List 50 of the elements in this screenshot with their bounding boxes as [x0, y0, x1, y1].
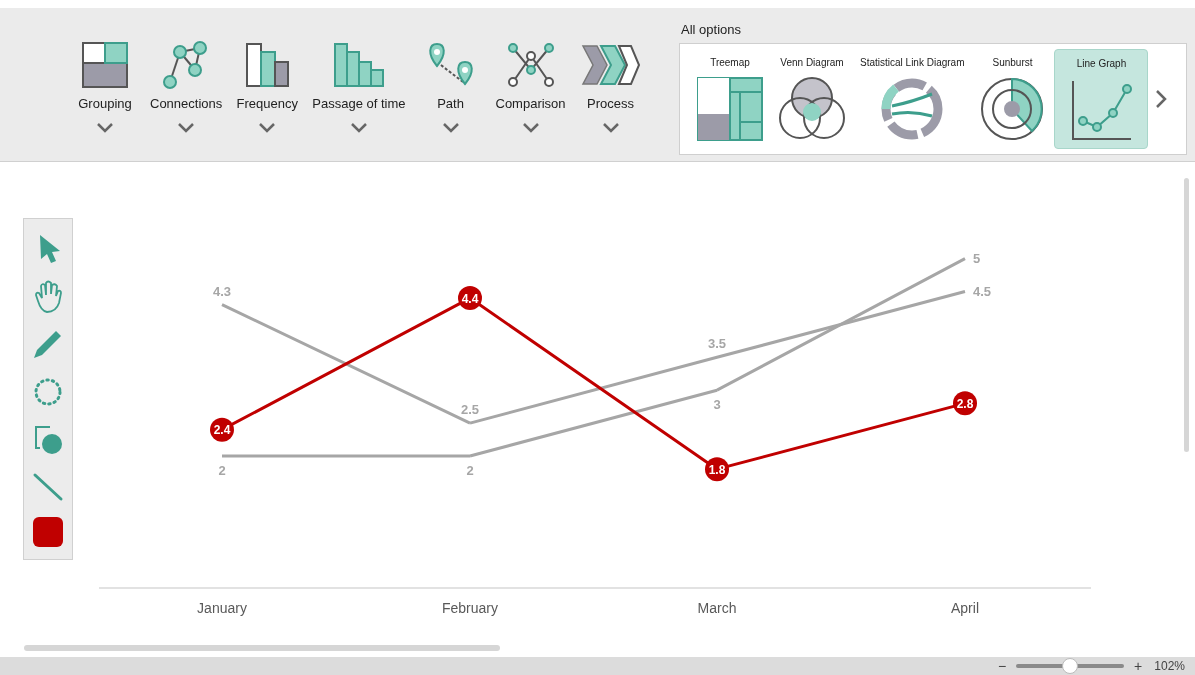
- gallery-item[interactable]: Line Graph: [1054, 48, 1149, 149]
- chevron-down-icon: [520, 121, 541, 134]
- axis-label: January: [197, 600, 247, 616]
- category-button[interactable]: Grouping: [66, 40, 144, 134]
- axis-label: April: [951, 600, 979, 616]
- zoom-out-button[interactable]: −: [997, 659, 1007, 673]
- category-button[interactable]: Comparison: [491, 40, 570, 134]
- category-button[interactable]: Frequency: [228, 40, 307, 134]
- data-label: 2: [466, 463, 474, 478]
- chevron-down-icon: [257, 121, 278, 134]
- chevron-right-icon[interactable]: [1154, 87, 1169, 110]
- gallery-item[interactable]: Statistical Link Diagram: [854, 48, 971, 149]
- data-label: 3.5: [707, 336, 727, 352]
- data-label: 5: [973, 251, 981, 267]
- data-point: 4.4: [458, 286, 482, 311]
- category-button[interactable]: Passage of time: [308, 40, 410, 134]
- category-button[interactable]: Path: [411, 40, 490, 134]
- data-point: 2.4: [210, 417, 234, 442]
- data-label: 3: [713, 397, 721, 413]
- axis-label: February: [442, 600, 498, 616]
- treemap-icon: [696, 75, 764, 142]
- data-point: 1.8: [705, 457, 729, 482]
- data-label: 4.5: [973, 284, 992, 299]
- zoom-in-button[interactable]: +: [1134, 659, 1143, 673]
- chevron-down-icon: [440, 121, 461, 134]
- data-point: 2.8: [953, 391, 977, 416]
- gallery-item[interactable]: Venn Diagram: [772, 48, 852, 149]
- data-label: 2: [218, 463, 226, 478]
- axis-label: March: [697, 600, 737, 616]
- chevron-down-icon: [176, 121, 197, 134]
- chevron-down-icon: [348, 121, 369, 134]
- gallery-title: All options: [681, 21, 742, 39]
- chevron-down-icon: [600, 121, 621, 134]
- zoom-thumb[interactable]: [1062, 658, 1079, 674]
- data-label: 2.4: [213, 423, 231, 438]
- data-label: 2.5: [460, 402, 480, 418]
- chevron-down-icon: [95, 121, 115, 134]
- category-button[interactable]: Process: [571, 40, 650, 134]
- zoom-percentage: 102%: [1154, 658, 1185, 675]
- color-swatch[interactable]: [33, 516, 63, 547]
- gallery-item[interactable]: Sunburst: [972, 48, 1053, 149]
- gallery-item[interactable]: Treemap: [690, 48, 770, 149]
- data-label: 1.8: [708, 462, 726, 477]
- horizontal-scrollbar[interactable]: [24, 645, 500, 651]
- data-label: 4.3: [212, 283, 232, 299]
- data-label: 2.8: [956, 396, 974, 411]
- vertical-scrollbar[interactable]: [1184, 178, 1189, 452]
- category-button[interactable]: Connections: [146, 40, 227, 134]
- venn-icon: [778, 75, 846, 142]
- data-label: 4.4: [461, 291, 479, 306]
